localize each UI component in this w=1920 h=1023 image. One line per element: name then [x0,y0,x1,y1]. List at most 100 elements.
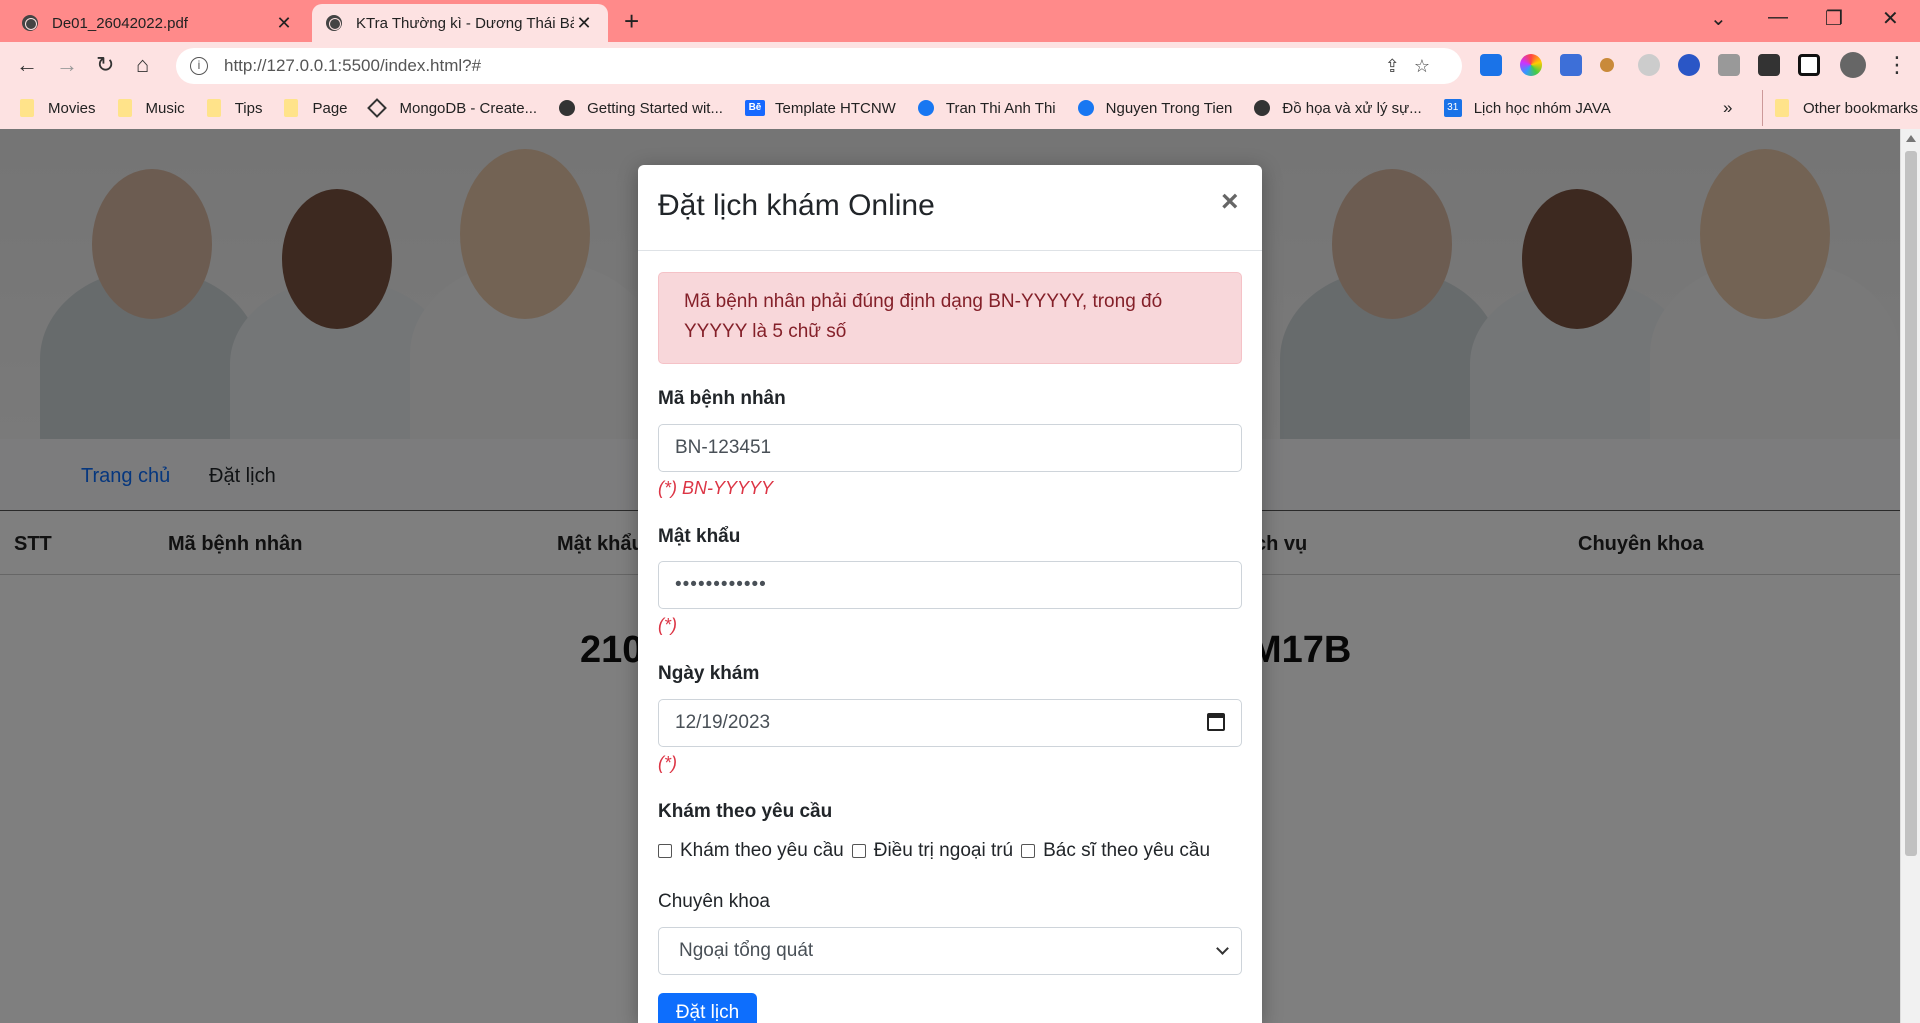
checkbox-box[interactable] [1021,844,1036,858]
checkbox-label: Điều trị ngoại trú [873,840,1014,861]
specialty-value: Ngoại tổng quát [679,940,814,961]
bookmark-label: Lịch học nhóm JAVA [1473,99,1611,117]
forward-icon[interactable]: → [56,52,78,78]
bookmark-tips[interactable]: Tips [206,99,263,117]
password-input[interactable]: •••••••••••• [658,561,1242,609]
tab-strip: De01_26042022.pdf ✕ KTra Thường kì - Dươ… [0,0,1920,42]
bookmark-do-hoa[interactable]: Đồ họa và xử lý sự... [1254,100,1422,117]
folder-icon [117,99,132,117]
bookmark-music[interactable]: Music [117,99,185,117]
bookmark-label: Page [312,99,348,117]
patient-id-label: Mã bệnh nhân [658,388,786,409]
bookmark-mongodb[interactable]: MongoDB - Create... [366,98,538,118]
date-input[interactable]: 12/19/2023 [658,699,1242,747]
minimize-icon[interactable]: — [1768,6,1788,29]
reload-icon[interactable]: ↻ [96,52,114,78]
bookmark-tran-thi-anh-thi[interactable]: Tran Thi Anh Thi [917,99,1056,117]
share-icon[interactable]: ⇪ [1385,56,1414,76]
bookmark-label: Music [145,99,185,117]
globe-icon [1254,100,1271,116]
compass-icon[interactable] [1638,54,1660,76]
profile-avatar[interactable] [1840,52,1866,78]
booking-modal: Đặt lịch khám Online × Mã bệnh nhân phải… [638,165,1262,1023]
close-tab-icon[interactable]: ✕ [574,13,594,34]
date-value: 12/19/2023 [675,712,771,733]
extensions-puzzle-icon[interactable] [1758,54,1780,76]
checkbox-label: Khám theo yêu cầu [680,840,844,861]
password-label: Mật khẩu [658,526,741,547]
extension-j-icon[interactable] [1560,54,1582,76]
request-label: Khám theo yêu cầu [658,801,833,822]
folder-icon [20,99,34,117]
bookmark-nguyen-trong-tien[interactable]: Nguyen Trong Tien [1077,99,1233,117]
bookmark-label: MongoDB - Create... [399,99,538,117]
modal-header: Đặt lịch khám Online × [638,165,1262,251]
bookmark-template[interactable]: Bē Template HTCNW [744,100,896,117]
checkbox-dieu-tri-ngoai-tru[interactable]: Điều trị ngoại trú [851,840,1014,862]
bitwarden-icon[interactable] [1480,54,1502,76]
close-window-icon[interactable]: ✕ [1882,6,1899,31]
bookmark-label: Tran Thi Anh Thi [945,99,1056,117]
tab-title: De01_26042022.pdf [52,14,188,32]
submit-button[interactable]: Đặt lịch [658,993,757,1023]
home-icon[interactable]: ⌂ [136,52,149,78]
calendar-icon: 31 [1443,99,1462,117]
restore-icon[interactable]: ❐ [1825,6,1843,31]
bookmark-movies[interactable]: Movies [20,99,96,117]
bookmark-label: Movies [48,99,96,117]
folder-icon [206,99,221,117]
validation-alert: Mã bệnh nhân phải đúng định dạng BN-YYYY… [658,272,1242,364]
facebook-icon [1077,100,1094,116]
specialty-select[interactable]: Ngoại tổng quát [658,927,1242,975]
password-hint: (*) [658,615,677,635]
bookmark-label: Nguyen Trong Tien [1105,99,1233,117]
tab-title: KTra Thường kì - Dương Thái Bảo [356,14,574,32]
menu-kebab-icon[interactable]: ⋮ [1886,52,1908,78]
calendar-icon[interactable] [1207,713,1225,731]
globe-icon [326,15,342,31]
bookmark-getting-started[interactable]: Getting Started wit... [559,100,723,117]
checkbox-kham-theo-yeu-cau[interactable]: Khám theo yêu cầu [658,840,844,862]
bookmark-lich-hoc[interactable]: 31 Lịch học nhóm JAVA [1443,99,1611,117]
bookmark-star-icon[interactable]: ☆ [1414,56,1444,76]
folder-icon [1775,99,1789,117]
back-icon[interactable]: ← [16,52,38,78]
bookmark-label: Tips [234,99,263,117]
checkbox-box[interactable] [851,844,866,858]
scroll-up-icon[interactable] [1906,135,1916,142]
scrollbar-thumb[interactable] [1905,151,1917,856]
tab-search-icon[interactable]: ⌄ [1710,6,1727,31]
checkbox-bac-si-theo-yeu-cau[interactable]: Bác sĩ theo yêu cầu [1021,840,1210,862]
page-scrollbar[interactable] [1900,129,1920,1023]
globe-icon [22,15,38,31]
side-panel-icon[interactable] [1798,54,1820,76]
bookmark-page[interactable]: Page [284,99,348,117]
close-icon[interactable]: × [1221,185,1239,219]
tab-pdf[interactable]: De01_26042022.pdf ✕ [8,4,308,42]
browser-toolbar: ← → ↻ ⌂ i http://127.0.0.1:5500/index.ht… [0,42,1920,90]
checkbox-label: Bác sĩ theo yêu cầu [1043,840,1211,861]
date-label: Ngày khám [658,663,760,684]
folder-icon [284,99,299,117]
patient-id-input[interactable]: BN-123451 [658,424,1242,472]
more-bookmarks-icon[interactable]: » [1723,90,1732,126]
bookmarks-bar: Movies Music Tips Page MongoDB - Create.… [0,90,1920,126]
new-tab-icon[interactable]: + [624,6,639,37]
people-icon[interactable] [1678,54,1700,76]
bookmark-label: Other bookmarks [1803,99,1919,117]
globe-icon [559,100,576,116]
tab-ktra[interactable]: KTra Thường kì - Dương Thái Bảo ✕ [312,4,608,42]
camera-icon[interactable] [1718,54,1740,76]
other-bookmarks[interactable]: Other bookmarks [1762,90,1918,126]
browser-chrome: De01_26042022.pdf ✕ KTra Thường kì - Dươ… [0,0,1920,129]
chevron-down-icon [1216,942,1229,955]
site-info-icon[interactable]: i [190,57,208,75]
url-text: http://127.0.0.1:5500/index.html?# [224,56,482,75]
address-bar[interactable]: i http://127.0.0.1:5500/index.html?# ⇪☆ [176,48,1462,84]
checkbox-box[interactable] [658,844,672,858]
close-tab-icon[interactable]: ✕ [274,13,294,34]
color-picker-icon[interactable] [1520,54,1542,76]
request-checkboxes: Khám theo yêu cầu Điều trị ngoại trú Bác… [658,840,1218,862]
cookie-icon[interactable] [1600,58,1614,72]
specialty-label: Chuyên khoa [658,891,770,912]
